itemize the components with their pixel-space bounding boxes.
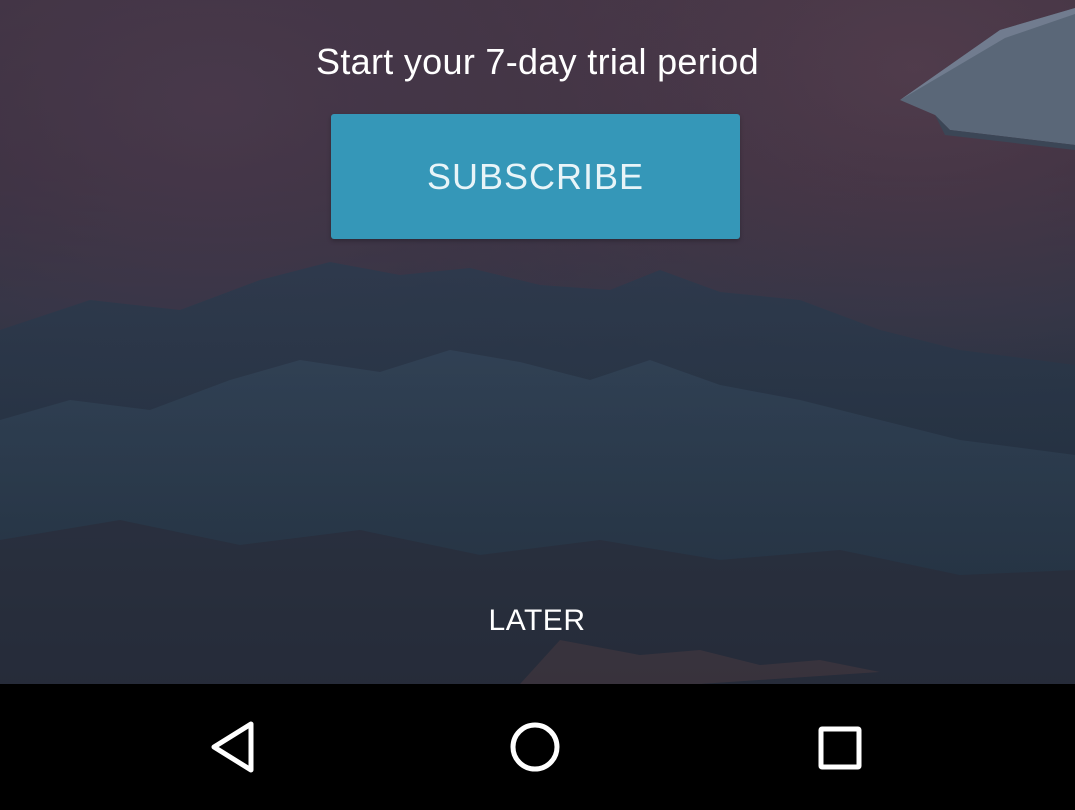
home-circle-icon	[510, 722, 560, 772]
trial-title: Start your 7-day trial period	[316, 41, 759, 82]
app-screen: Start your 7-day trial period SUBSCRIBE …	[0, 0, 1075, 810]
later-button[interactable]: LATER	[437, 596, 637, 646]
recents-button[interactable]	[806, 714, 872, 780]
back-triangle-icon	[211, 721, 254, 773]
subscribe-button[interactable]: SUBSCRIBE	[331, 114, 740, 239]
recents-square-icon	[818, 726, 862, 770]
aerial-mountain-background	[0, 0, 1075, 684]
back-button[interactable]	[201, 714, 267, 780]
system-navigation-bar	[0, 684, 1075, 810]
home-button[interactable]	[502, 714, 568, 780]
